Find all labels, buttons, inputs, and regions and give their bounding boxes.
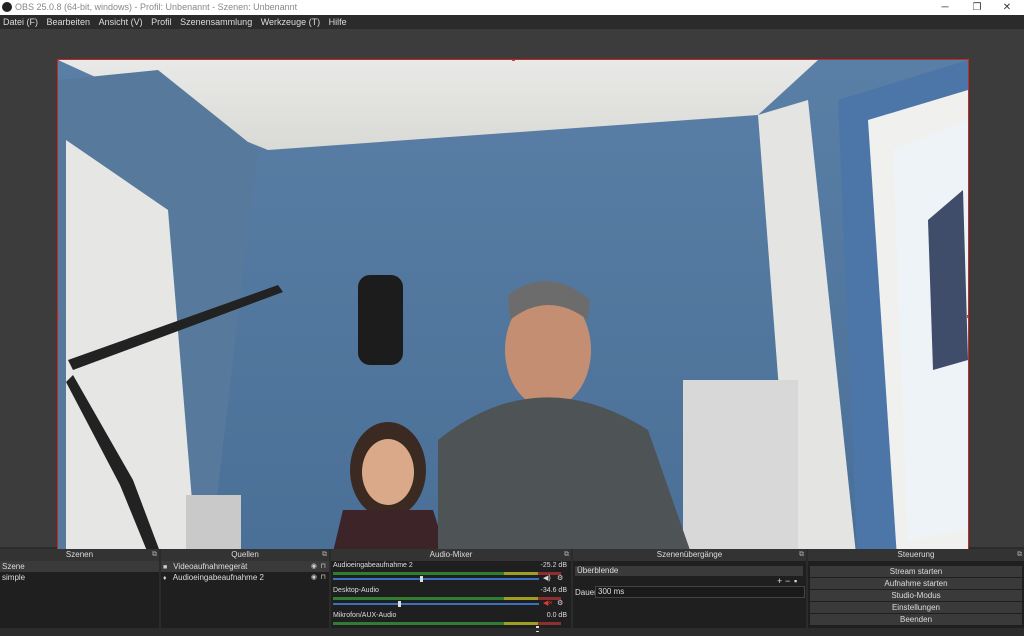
mixer-channel: Desktop-Audio -34.6 dB ◀× ⚙ (333, 587, 567, 607)
controls-dock: Steuerung ⧉ Stream starten Aufnahme star… (808, 549, 1024, 631)
studio-mode-button[interactable]: Studio-Modus (810, 590, 1022, 601)
controls-title: Steuerung (897, 550, 935, 559)
settings-button[interactable]: Einstellungen (810, 602, 1022, 613)
volume-meter (333, 572, 561, 575)
remove-transition-button[interactable]: − (785, 576, 790, 586)
volume-slider[interactable] (333, 603, 539, 605)
eye-icon[interactable]: ◉ (311, 572, 317, 583)
menu-tools[interactable]: Werkzeuge (T) (258, 15, 323, 27)
eye-icon[interactable]: ◉ (311, 561, 317, 572)
undock-icon[interactable]: ⧉ (1017, 549, 1022, 561)
menu-file[interactable]: Datei (F) (0, 15, 41, 27)
mixer-channel: Mikrofon/AUX-Audio 0.0 dB (331, 611, 571, 636)
preview-area (0, 29, 1024, 574)
volume-meter (333, 597, 561, 600)
obs-logo-icon (2, 2, 12, 12)
undock-icon[interactable]: ⧉ (152, 549, 157, 561)
menu-edit[interactable]: Bearbeiten (44, 15, 94, 27)
minimize-button[interactable]: ─ (928, 0, 962, 15)
speaker-muted-icon[interactable]: ◀× (543, 599, 552, 607)
volume-slider-knob[interactable] (420, 576, 423, 582)
add-transition-button[interactable]: + (777, 576, 782, 586)
scene-item[interactable]: simple (0, 572, 159, 583)
mixer-channel: Audioeingabeaufnahme 2 -25.2 dB ◀) ⚙ (333, 562, 567, 582)
lock-icon[interactable]: ⊓ (321, 572, 326, 583)
microphone-icon: ♦ (163, 575, 167, 582)
source-item[interactable]: ■ Videoaufnahmegerät ◉ ⊓ (161, 561, 329, 572)
gear-icon[interactable]: ⚙ (557, 574, 563, 582)
title-bar: OBS 25.0.8 (64-bit, windows) - Profil: U… (0, 0, 1024, 15)
resize-handle-tr[interactable] (967, 60, 968, 61)
camera-feed-image (58, 60, 968, 573)
exit-button[interactable]: Beenden (810, 614, 1022, 625)
transitions-dock: Szenenübergänge ⧉ Überblende + − ▪ Dauer… (573, 549, 806, 631)
dock-area: Szenen ⧉ Szene simple Quellen ⧉ ■ Videoa… (0, 549, 1024, 632)
start-recording-button[interactable]: Aufnahme starten (810, 578, 1022, 589)
volume-slider-knob[interactable] (398, 601, 401, 607)
undock-icon[interactable]: ⧉ (564, 549, 569, 561)
source-item[interactable]: ♦ Audioeingabeaufnahme 2 ◉ ⊓ (161, 572, 329, 583)
start-stream-button[interactable]: Stream starten (810, 566, 1022, 577)
resize-handle-top[interactable] (512, 60, 515, 61)
volume-meter (333, 622, 561, 625)
duration-label: Dauer (575, 588, 597, 597)
undock-icon[interactable]: ⧉ (322, 549, 327, 561)
menu-scene-collection[interactable]: Szenensammlung (177, 15, 255, 27)
menu-view[interactable]: Ansicht (V) (96, 15, 146, 27)
transition-properties-icon[interactable]: ▪ (794, 576, 797, 586)
speaker-icon[interactable]: ◀) (543, 574, 551, 582)
menu-help[interactable]: Hilfe (326, 15, 350, 27)
scene-item[interactable]: Szene (0, 561, 159, 572)
duration-input[interactable]: 300 ms (595, 586, 805, 598)
menu-bar: Datei (F) Bearbeiten Ansicht (V) Profil … (0, 15, 1024, 29)
close-button[interactable]: ✕ (990, 0, 1024, 15)
undock-icon[interactable]: ⧉ (799, 549, 804, 561)
lock-icon[interactable]: ⊓ (321, 561, 326, 572)
resize-handle-right[interactable] (967, 315, 968, 318)
audio-mixer-dock: Audio-Mixer ⧉ Audioeingabeaufnahme 2 -25… (331, 549, 571, 632)
resize-handle-tl[interactable] (58, 60, 59, 61)
maximize-button[interactable]: ❐ (960, 0, 994, 15)
window-title: OBS 25.0.8 (64-bit, windows) - Profil: U… (15, 2, 298, 12)
resize-handle-left[interactable] (58, 315, 59, 318)
gear-icon[interactable]: ⚙ (557, 599, 563, 607)
transitions-title: Szenenübergänge (656, 550, 723, 559)
sources-dock: Quellen ⧉ ■ Videoaufnahmegerät ◉ ⊓ ♦ Aud… (161, 549, 329, 631)
volume-slider[interactable] (333, 578, 539, 580)
transition-select[interactable]: Überblende (575, 566, 803, 576)
scenes-dock: Szenen ⧉ Szene simple (0, 549, 159, 631)
preview-canvas[interactable] (57, 59, 969, 574)
scenes-title: Szenen (65, 550, 94, 559)
menu-profile[interactable]: Profil (148, 15, 175, 27)
sources-title: Quellen (231, 550, 259, 559)
mixer-title: Audio-Mixer (429, 550, 473, 559)
